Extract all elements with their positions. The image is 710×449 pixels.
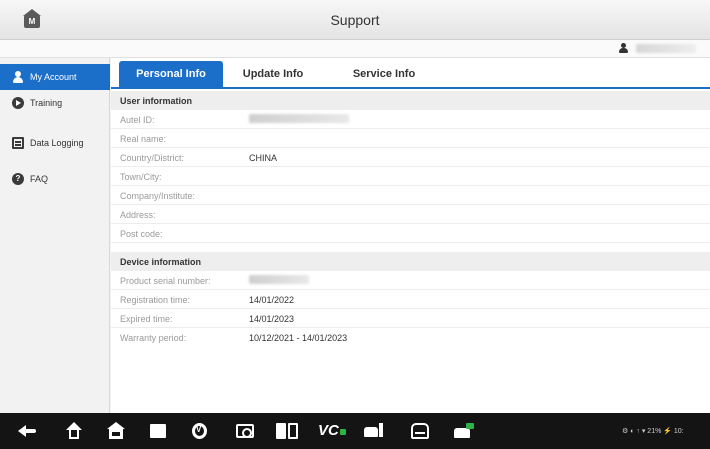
field-label: Registration time: <box>120 295 191 305</box>
section-title: User information <box>120 96 193 106</box>
info-row: Town/City: <box>111 167 710 186</box>
sidebar-item-label: Data Logging <box>30 138 84 148</box>
status-bar-text: ⚙ ◐ ↑ ▾ 21% ⚡ 10: <box>622 428 684 435</box>
system-nav-bar: VC ⚙ ◐ ↑ ▾ 21% ⚡ 10: <box>0 413 710 449</box>
info-row: Warranty period: 10/12/2021 - 14/01/2023 <box>111 328 710 347</box>
obscured-value <box>249 114 349 123</box>
car-fuel-icon[interactable] <box>364 423 384 439</box>
field-label: Country/District: <box>120 153 185 163</box>
info-row: Post code: <box>111 224 710 243</box>
sidebar-item-training[interactable]: Training <box>0 90 110 116</box>
sidebar-item-label: FAQ <box>30 174 49 184</box>
field-label: Warranty period: <box>120 333 187 343</box>
info-row: Address: <box>111 205 710 224</box>
autel-home-icon[interactable] <box>107 422 125 440</box>
tab-bar: Personal Info Update Info Service Info <box>111 61 710 89</box>
home-icon[interactable] <box>65 422 83 440</box>
sidebar-item-label: My Account <box>30 72 77 82</box>
page-title: Support <box>330 12 380 28</box>
tab-update-info[interactable]: Update Info <box>223 61 323 88</box>
field-value: CHINA <box>249 153 278 163</box>
vc-icon[interactable]: VC <box>318 422 346 440</box>
field-label: Real name: <box>120 134 167 144</box>
play-icon <box>12 97 24 109</box>
sidebar-item-my-account[interactable]: My Account <box>0 64 110 90</box>
field-value: 14/01/2022 <box>249 295 295 305</box>
field-label: Autel ID: <box>120 115 155 125</box>
info-row: Country/District: CHINA <box>111 148 710 167</box>
field-value: 10/12/2021 - 14/01/2023 <box>249 333 348 343</box>
faq-icon: ? <box>12 173 24 185</box>
obscured-value <box>249 275 309 284</box>
field-label: Address: <box>120 210 156 220</box>
vci-manager-icon[interactable] <box>276 423 298 439</box>
info-row: Product serial number: <box>111 271 710 290</box>
info-row: Company/Institute: <box>111 186 710 205</box>
device-information-heading: Device information <box>111 252 710 271</box>
log-icon <box>12 137 24 149</box>
car-icon[interactable] <box>411 423 429 439</box>
sidebar-item-label: Training <box>30 98 63 108</box>
main-panel: Personal Info Update Info Service Info U… <box>111 58 710 413</box>
recent-apps-icon[interactable] <box>150 424 166 438</box>
tab-service-info[interactable]: Service Info <box>329 61 439 88</box>
user-name-obscured <box>636 44 696 53</box>
field-value: 14/01/2023 <box>249 314 295 324</box>
user-icon <box>618 43 628 54</box>
sidebar: My Account Training Data Logging ? FAQ <box>0 58 110 413</box>
user-information-heading: User information <box>111 91 710 110</box>
field-label: Company/Institute: <box>120 191 196 201</box>
user-icon <box>12 71 24 83</box>
section-title: Device information <box>120 257 202 267</box>
back-icon[interactable] <box>18 424 36 438</box>
sidebar-item-data-logging[interactable]: Data Logging <box>0 130 110 156</box>
car-green-icon[interactable] <box>454 423 476 439</box>
screenshot-camera-icon[interactable] <box>236 424 254 438</box>
tab-personal-info[interactable]: Personal Info <box>119 61 223 88</box>
vc-label: VC <box>318 422 339 439</box>
title-bar: M Support <box>0 0 710 40</box>
vpn-shield-icon[interactable] <box>192 423 207 439</box>
field-label: Town/City: <box>120 172 162 182</box>
info-row: Autel ID: <box>111 110 710 129</box>
user-strip <box>0 40 710 58</box>
field-label: Post code: <box>120 229 163 239</box>
info-row: Registration time: 14/01/2022 <box>111 290 710 309</box>
field-label: Product serial number: <box>120 276 211 286</box>
sidebar-item-faq[interactable]: ? FAQ <box>0 166 110 192</box>
field-label: Expired time: <box>120 314 173 324</box>
info-row: Expired time: 14/01/2023 <box>111 309 710 328</box>
info-row: Real name: <box>111 129 710 148</box>
